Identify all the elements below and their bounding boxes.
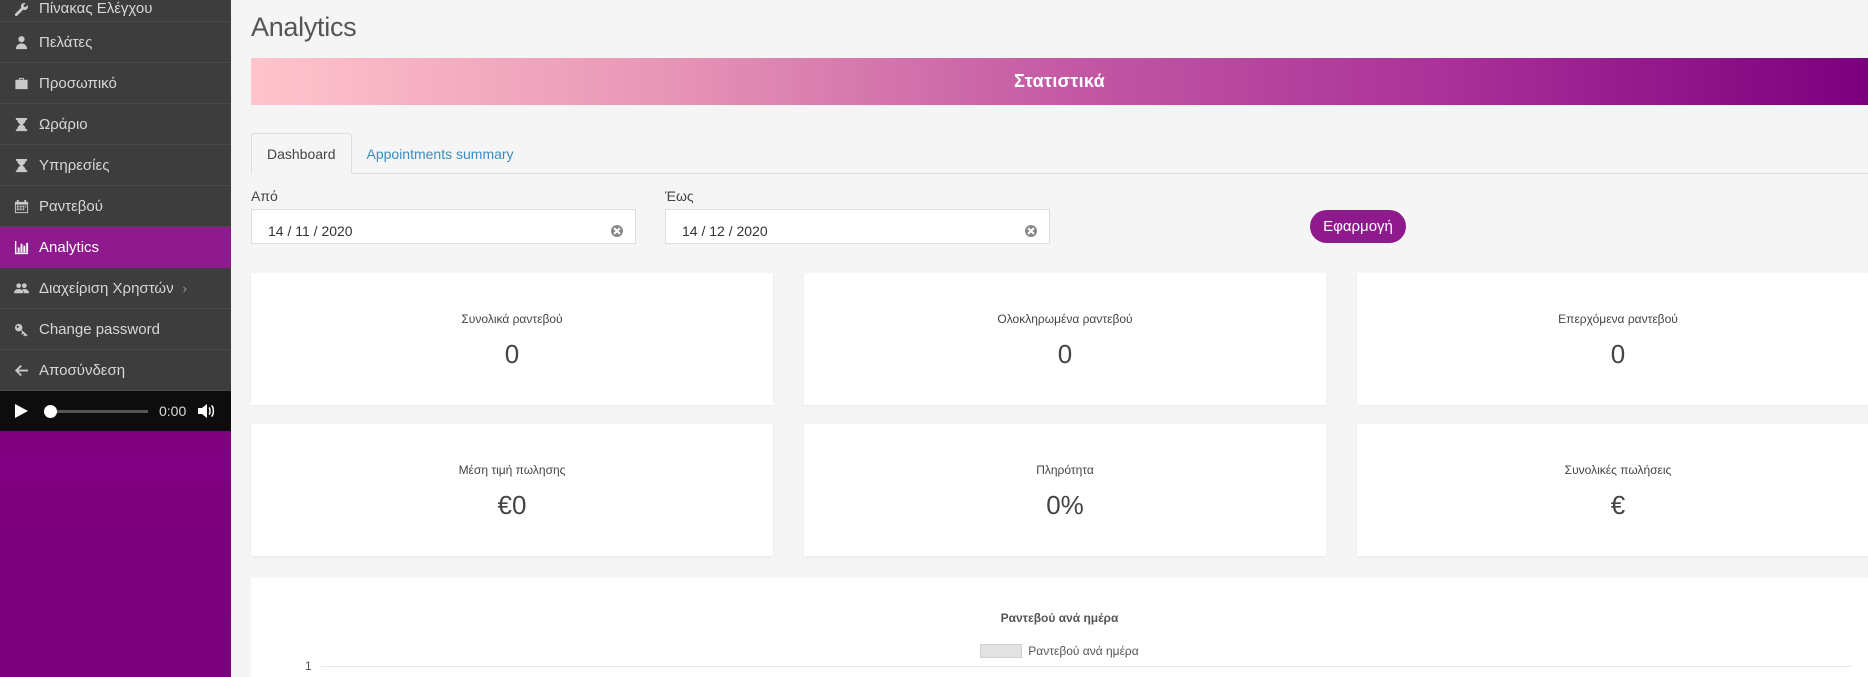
stat-card-average-sale: Μέση τιμή πωλησης €0 <box>251 424 773 556</box>
sidebar-menu: Πίνακας Ελέγχου Πελάτες Προσωπικό Ωράριο… <box>0 0 231 391</box>
sidebar-item-logout[interactable]: Αποσύνδεση <box>0 350 231 391</box>
legend-label: Ραντεβού ανά ημέρα <box>1028 644 1139 658</box>
to-date-label: Έως <box>665 188 694 204</box>
audio-progress-slider[interactable] <box>44 404 148 418</box>
stat-card-total-sales: Συνολικές πωλήσεις € <box>1357 424 1868 556</box>
sidebar-item-label: Ωράριο <box>39 115 88 133</box>
sidebar-item-dashboard[interactable]: Πίνακας Ελέγχου <box>0 0 231 22</box>
sidebar-item-label: Προσωπικό <box>39 74 117 92</box>
sidebar-item-label: Ραντεβού <box>39 197 103 215</box>
tab-dashboard[interactable]: Dashboard <box>251 133 352 174</box>
appointments-per-day-chart: Ραντεβού ανά ημέρα Ραντεβού ανά ημέρα 1 <box>251 578 1868 677</box>
volume-icon[interactable] <box>198 403 216 419</box>
sidebar-item-analytics[interactable]: Analytics <box>0 227 231 268</box>
hourglass-icon <box>12 115 30 133</box>
wrench-icon <box>12 0 30 18</box>
page-title: Analytics <box>251 12 357 42</box>
from-date-label: Από <box>251 188 278 204</box>
stat-card-value: €0 <box>497 490 527 520</box>
to-date-input[interactable]: 14 / 12 / 2020 <box>665 209 1050 244</box>
sidebar-item-services[interactable]: Υπηρεσίες <box>0 145 231 186</box>
audio-progress-thumb[interactable] <box>44 404 57 418</box>
hourglass-icon <box>12 156 30 174</box>
legend-swatch <box>980 644 1023 658</box>
users-icon <box>12 279 30 297</box>
sidebar-item-change-password[interactable]: Change password <box>0 309 231 350</box>
clear-icon[interactable] <box>1025 225 1037 237</box>
stat-card-upcoming-appointments: Επερχόμενα ραντεβού 0 <box>1357 273 1868 405</box>
stat-card-label: Συνολικά ραντεβού <box>461 312 563 326</box>
play-icon[interactable] <box>14 404 28 418</box>
calendar-icon <box>12 197 30 215</box>
chart-legend[interactable]: Ραντεβού ανά ημέρα <box>251 644 1868 658</box>
sidebar-item-user-management[interactable]: Διαχείριση Χρηστών › <box>0 268 231 309</box>
audio-time: 0:00 <box>159 403 187 419</box>
stat-card-label: Επερχόμενα ραντεβού <box>1558 312 1678 326</box>
chevron-right-icon: › <box>182 280 187 296</box>
audio-player: 0:00 <box>0 391 231 431</box>
sidebar-item-label: Πίνακας Ελέγχου <box>39 0 153 17</box>
sidebar-item-label: Αποσύνδεση <box>39 361 126 379</box>
tab-bar: Dashboard Appointments summary <box>251 133 1868 174</box>
apply-button[interactable]: Εφαρμογή <box>1310 210 1406 243</box>
y-axis-tick: 1 <box>305 659 312 673</box>
sidebar-item-label: Analytics <box>39 238 100 256</box>
stat-card-total-appointments: Συνολικά ραντεβού 0 <box>251 273 773 405</box>
banner-title: Στατιστικά <box>1014 71 1105 91</box>
sidebar-item-label: Change password <box>39 320 160 338</box>
stat-card-occupancy: Πληρότητα 0% <box>804 424 1326 556</box>
bar-chart-icon <box>12 238 30 256</box>
stat-card-value: 0 <box>1610 339 1626 369</box>
clear-icon[interactable] <box>611 225 623 237</box>
sidebar: Πίνακας Ελέγχου Πελάτες Προσωπικό Ωράριο… <box>0 0 231 677</box>
from-date-input[interactable]: 14 / 11 / 2020 <box>251 209 636 244</box>
sidebar-item-label: Υπηρεσίες <box>39 156 110 174</box>
from-date-value: 14 / 11 / 2020 <box>268 223 353 239</box>
briefcase-icon <box>12 74 30 92</box>
stat-card-label: Συνολικές πωλήσεις <box>1564 463 1672 477</box>
sidebar-item-label: Διαχείριση Χρηστών <box>39 279 174 297</box>
stat-card-completed-appointments: Ολοκληρωμένα ραντεβού 0 <box>804 273 1326 405</box>
user-icon <box>12 33 30 51</box>
chart-title: Ραντεβού ανά ημέρα <box>1000 611 1119 625</box>
stat-card-value: 0 <box>504 339 520 369</box>
tab-appointments-summary[interactable]: Appointments summary <box>352 133 529 174</box>
stat-card-label: Πληρότητα <box>1036 463 1094 477</box>
arrow-left-icon <box>12 361 30 379</box>
sidebar-item-staff[interactable]: Προσωπικό <box>0 63 231 104</box>
stat-card-label: Μέση τιμή πωλησης <box>458 463 566 477</box>
sidebar-item-label: Πελάτες <box>39 33 93 51</box>
sidebar-item-customers[interactable]: Πελάτες <box>0 22 231 63</box>
stats-banner: Στατιστικά <box>251 58 1868 105</box>
sidebar-item-appointments[interactable]: Ραντεβού <box>0 186 231 227</box>
stat-card-value: 0 <box>1057 339 1073 369</box>
gridline <box>321 666 1851 667</box>
stat-card-value: 0% <box>1046 490 1084 520</box>
key-icon <box>12 320 30 338</box>
sidebar-item-schedule[interactable]: Ωράριο <box>0 104 231 145</box>
main-content: Analytics Στατιστικά Dashboard Appointme… <box>231 0 1868 677</box>
to-date-value: 14 / 12 / 2020 <box>682 223 768 239</box>
stat-card-value: € <box>1610 490 1626 520</box>
stat-card-label: Ολοκληρωμένα ραντεβού <box>997 312 1133 326</box>
